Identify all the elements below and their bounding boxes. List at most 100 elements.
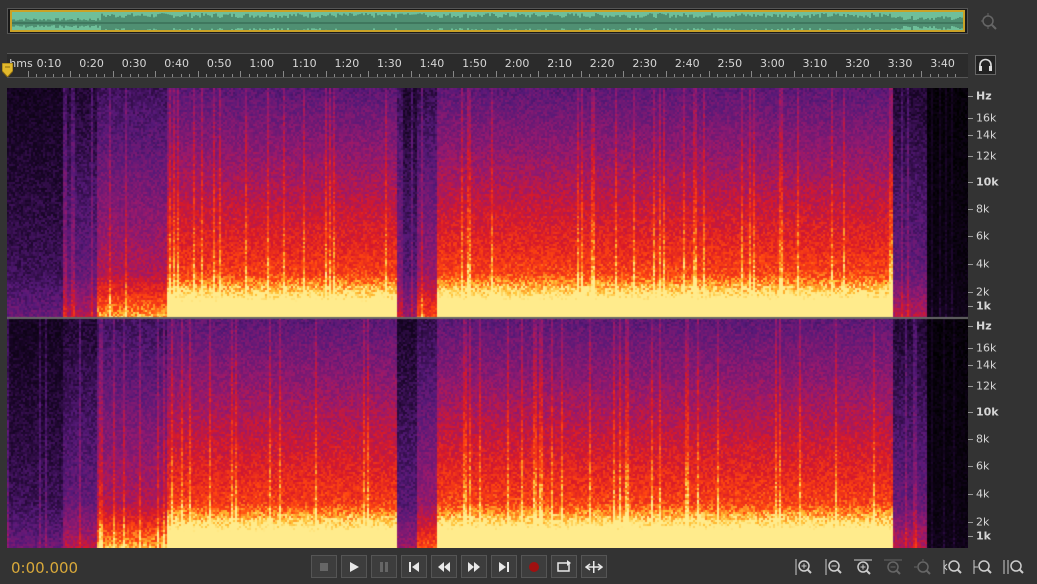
frequency-tick xyxy=(968,135,973,136)
ruler-tick xyxy=(912,74,914,77)
overview-visible-range[interactable] xyxy=(10,10,965,32)
ruler-tick xyxy=(597,74,599,77)
zoom-in-amplitude-icon xyxy=(795,559,812,575)
monitor-headphones-button[interactable] xyxy=(975,55,996,75)
ruler-tick-label: 2:00 xyxy=(504,57,530,70)
zoom-in-at-out-point-button[interactable] xyxy=(972,558,994,576)
ruler-tick xyxy=(861,74,863,77)
frequency-label: 14k xyxy=(976,358,997,372)
ruler-tick xyxy=(410,71,412,77)
frequency-label: 6k xyxy=(976,459,990,473)
ruler-tick xyxy=(785,74,787,77)
zoom-in-at-in-point-button[interactable] xyxy=(942,558,964,576)
pause-icon xyxy=(380,561,388,572)
zoom-out-time-button[interactable] xyxy=(882,558,904,576)
ruler-tick xyxy=(359,74,361,77)
ruler-tick xyxy=(878,71,880,77)
ruler-tick xyxy=(121,74,123,77)
ruler-tick xyxy=(700,74,701,77)
record-button[interactable] xyxy=(521,555,547,578)
panel-menu-chevron-icon[interactable] xyxy=(1004,79,1016,92)
time-ruler[interactable]: hms 0:10 0:20 0:30 0:40 0:50 1:00 1:10 1:20 1:30… xyxy=(7,53,968,78)
zoom-out-amplitude-button[interactable] xyxy=(822,558,844,576)
ruler-tick-label: 1:50 xyxy=(462,57,487,70)
frequency-tick xyxy=(968,439,973,440)
overview-zoom-icon[interactable] xyxy=(980,12,1000,32)
frequency-tick xyxy=(968,292,973,293)
ruler-tick xyxy=(759,74,761,77)
zoom-in-at-in-point-icon xyxy=(943,560,962,574)
playhead-marker[interactable] xyxy=(1,62,14,78)
ruler-tick-label: 1:30 xyxy=(377,57,402,70)
ruler-tick xyxy=(240,71,242,77)
ruler-tick xyxy=(631,74,633,77)
ruler-tick xyxy=(351,74,353,77)
ruler-tick xyxy=(129,74,131,77)
frequency-tick xyxy=(968,264,973,265)
resize-grip-icon[interactable] xyxy=(505,81,531,94)
zoom-out-full-button[interactable] xyxy=(912,558,934,576)
play-button[interactable] xyxy=(341,555,367,578)
waveform-overview[interactable] xyxy=(7,8,968,34)
ruler-tick xyxy=(146,74,148,77)
stop-button[interactable] xyxy=(311,555,337,578)
ruler-tick xyxy=(300,74,302,77)
ruler-tick xyxy=(955,74,957,77)
ruler-tick xyxy=(725,74,727,77)
ruler-tick xyxy=(325,71,327,77)
ruler-tick xyxy=(487,74,489,77)
zoom-in-amplitude-button[interactable] xyxy=(792,558,814,576)
ruler-tick xyxy=(231,74,233,77)
ruler-tick xyxy=(614,74,616,77)
skip-selection-icon xyxy=(585,560,603,573)
ruler-tick-label: 3:30 xyxy=(887,57,913,70)
loop-playback-button[interactable] xyxy=(551,555,577,578)
move-to-next-button[interactable] xyxy=(491,555,517,578)
move-to-previous-icon xyxy=(409,561,419,572)
ruler-tick xyxy=(929,74,931,77)
skip-selection-button[interactable] xyxy=(581,555,607,578)
ruler-tick xyxy=(444,74,446,77)
ruler-tick xyxy=(802,74,804,77)
spectral-frequency-display[interactable] xyxy=(7,88,968,548)
frequency-tick xyxy=(968,494,973,495)
rewind-button[interactable] xyxy=(431,555,457,578)
ruler-tick xyxy=(342,74,344,77)
ruler-tick xyxy=(223,74,225,77)
ruler-tick xyxy=(155,71,157,77)
pause-button[interactable] xyxy=(371,555,397,578)
ruler-tick xyxy=(44,74,46,77)
frequency-label: 10k xyxy=(976,175,999,189)
ruler-tick xyxy=(665,71,667,77)
ruler-tick xyxy=(87,74,89,77)
ruler-tick xyxy=(512,74,514,77)
ruler-tick xyxy=(580,71,582,77)
ruler-tick xyxy=(521,74,523,77)
ruler-tick xyxy=(504,74,506,77)
ruler-tick xyxy=(104,74,106,77)
ruler-tick xyxy=(470,74,472,77)
zoom-to-selection-button[interactable] xyxy=(1002,558,1024,576)
frequency-tick xyxy=(968,182,973,183)
ruler-tick-label: 2:50 xyxy=(717,57,743,70)
frequency-label: 8k xyxy=(976,432,990,446)
ruler-tick xyxy=(691,74,693,77)
move-to-previous-button[interactable] xyxy=(401,555,427,578)
ruler-tick xyxy=(836,71,838,77)
ruler-tick-label: 1:20 xyxy=(334,57,360,70)
ruler-tick xyxy=(283,71,285,77)
rewind-icon xyxy=(438,561,450,572)
ruler-tick xyxy=(112,71,114,77)
ruler-tick-label: 1:40 xyxy=(419,57,445,70)
ruler-tick xyxy=(589,74,591,77)
ruler-tick xyxy=(708,71,710,77)
ruler-tick-label: 0:40 xyxy=(164,57,189,70)
ruler-tick xyxy=(36,74,38,77)
zoom-in-time-icon xyxy=(854,559,872,575)
zoom-in-time-button[interactable] xyxy=(852,558,874,576)
ruler-tick xyxy=(95,74,97,77)
ruler-tick-label: 0:30 xyxy=(121,57,147,70)
frequency-label: 2k xyxy=(976,515,990,529)
fast-forward-button[interactable] xyxy=(461,555,487,578)
ruler-tick xyxy=(810,74,812,77)
